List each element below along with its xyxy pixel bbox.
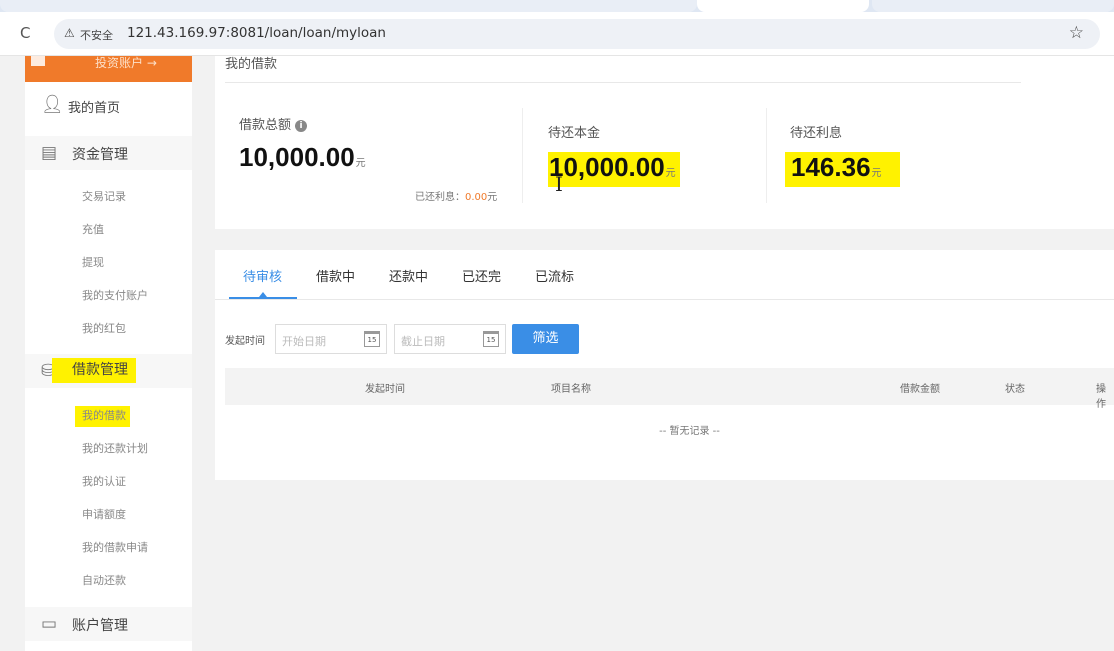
column-header[interactable]: 状态 — [1005, 380, 1025, 395]
sidebar-item-auto-repay[interactable]: 自动还款 — [82, 572, 126, 588]
sidebar-item-my-loans[interactable]: 我的借款 — [75, 406, 130, 427]
bookmark-star-icon[interactable]: ☆ — [1069, 23, 1084, 43]
warning-icon[interactable]: ⚠ — [64, 26, 75, 40]
end-date-placeholder: 截止日期 — [401, 335, 445, 348]
divider — [522, 108, 523, 203]
column-header[interactable]: 借款金额 — [900, 380, 940, 395]
browser-tab-active[interactable] — [697, 0, 869, 12]
sidebar-item-certification[interactable]: 我的认证 — [82, 473, 126, 489]
total-loan-label-text: 借款总额 — [239, 118, 292, 133]
user-icon: 👤︎ — [41, 94, 64, 115]
sidebar-item-repay-plan[interactable]: 我的还款计划 — [82, 440, 148, 456]
column-header[interactable]: 操作 — [1096, 380, 1114, 410]
sidebar-item-apply-limit[interactable]: 申请额度 — [82, 506, 126, 522]
money-icon: ▤ — [41, 143, 58, 163]
sidebar-group-label: 借款管理 — [52, 358, 136, 383]
end-date-input[interactable]: 截止日期 15 — [394, 324, 506, 354]
active-tab-underline — [229, 297, 297, 299]
total-loan-value: 10,000.00元 — [239, 142, 366, 173]
loan-summary-card: 我的借款 借款总额 i 10,000.00元 已还利息：0.00元 待还本金 10… — [215, 56, 1114, 229]
sidebar-item-recharge[interactable]: 充值 — [82, 221, 104, 237]
filter-button[interactable]: 筛选 — [512, 324, 579, 354]
unit-label: 元 — [665, 168, 676, 179]
column-header[interactable]: 发起时间 — [365, 380, 405, 395]
browser-tab-strip — [0, 0, 1114, 12]
unit-label: 元 — [487, 192, 498, 203]
account-icon — [31, 56, 45, 66]
info-icon[interactable]: i — [295, 120, 308, 132]
interest-label: 待还利息 — [790, 126, 843, 141]
browser-tab[interactable] — [0, 0, 697, 12]
sidebar-item-loan-applications[interactable]: 我的借款申请 — [82, 539, 148, 555]
column-header[interactable]: 项目名称 — [551, 380, 591, 395]
sidebar-item-payment-account[interactable]: 我的支付账户 — [82, 287, 148, 303]
sidebar-item-home[interactable]: 👤︎ 我的首页 — [25, 89, 192, 123]
start-date-placeholder: 开始日期 — [282, 335, 326, 348]
text-cursor-icon: I — [555, 172, 563, 196]
tab-borrowing[interactable]: 借款中 — [316, 266, 355, 285]
filter-time-label: 发起时间 — [225, 336, 265, 347]
table-header: 发起时间 项目名称 借款金额 状态 操作 — [225, 368, 1114, 410]
total-loan-amount: 10,000.00 — [239, 142, 355, 172]
security-label[interactable]: 不安全 — [80, 27, 113, 43]
sidebar: 投资账户 → 👤︎ 我的首页 ▤ 资金管理 交易记录 充值 提现 我的支付账户 … — [25, 56, 192, 651]
loan-list-card: 待审核 借款中 还款中 已还完 已流标 发起时间 开始日期 15 截止日期 15… — [215, 250, 1114, 480]
sidebar-group-funds[interactable]: ▤ 资金管理 — [25, 136, 192, 170]
empty-state: -- 暂无记录 -- — [659, 426, 720, 437]
paid-interest: 已还利息：0.00元 — [415, 188, 497, 203]
sidebar-group-label: 账户管理 — [72, 618, 128, 634]
browser-toolbar: C ⚠ 不安全 121.43.169.97:8081/loan/loan/myl… — [0, 12, 1114, 56]
page-title: 我的借款 — [225, 57, 278, 72]
interest-value: 146.36元 — [785, 152, 900, 187]
divider — [225, 82, 1021, 83]
paid-interest-value: 0.00 — [465, 192, 488, 203]
address-bar[interactable]: ⚠ 不安全 121.43.169.97:8081/loan/loan/myloa… — [54, 19, 1100, 49]
principal-label: 待还本金 — [548, 126, 601, 141]
url-text[interactable]: 121.43.169.97:8081/loan/loan/myloan — [127, 25, 386, 41]
reload-icon[interactable]: C — [20, 24, 30, 42]
sidebar-item-red-packet[interactable]: 我的红包 — [82, 320, 126, 336]
total-loan-label: 借款总额 i — [239, 114, 308, 133]
tab-pending-review[interactable]: 待审核 — [243, 266, 282, 285]
invest-account-button[interactable]: 投资账户 → — [25, 56, 192, 82]
sidebar-group-account[interactable]: ▭ 账户管理 — [25, 607, 192, 641]
status-tabs: 待审核 借款中 还款中 已还完 已流标 — [215, 250, 1114, 300]
tab-repaid[interactable]: 已还完 — [462, 266, 501, 285]
divider — [766, 108, 767, 203]
card-icon: ▭ — [41, 614, 58, 634]
principal-value: 10,000.00元 — [548, 152, 680, 187]
unit-label: 元 — [355, 158, 366, 169]
principal-amount: 10,000.00 — [549, 152, 665, 182]
sidebar-item-withdraw[interactable]: 提现 — [82, 254, 104, 270]
invest-account-label: 投资账户 → — [95, 56, 157, 70]
start-date-input[interactable]: 开始日期 15 — [275, 324, 387, 354]
browser-tab[interactable] — [872, 0, 1114, 12]
sidebar-group-loans[interactable]: ⛁ 借款管理 — [25, 354, 192, 388]
sidebar-item-label: 我的首页 — [68, 101, 121, 116]
tab-repaying[interactable]: 还款中 — [389, 266, 428, 285]
unit-label: 元 — [871, 168, 882, 179]
sidebar-item-transactions[interactable]: 交易记录 — [82, 188, 126, 204]
interest-amount: 146.36 — [791, 152, 871, 182]
paid-interest-label: 已还利息： — [415, 192, 465, 203]
calendar-icon[interactable]: 15 — [483, 331, 499, 347]
tab-failed[interactable]: 已流标 — [535, 266, 574, 285]
calendar-icon[interactable]: 15 — [364, 331, 380, 347]
sidebar-group-label: 资金管理 — [72, 147, 128, 163]
